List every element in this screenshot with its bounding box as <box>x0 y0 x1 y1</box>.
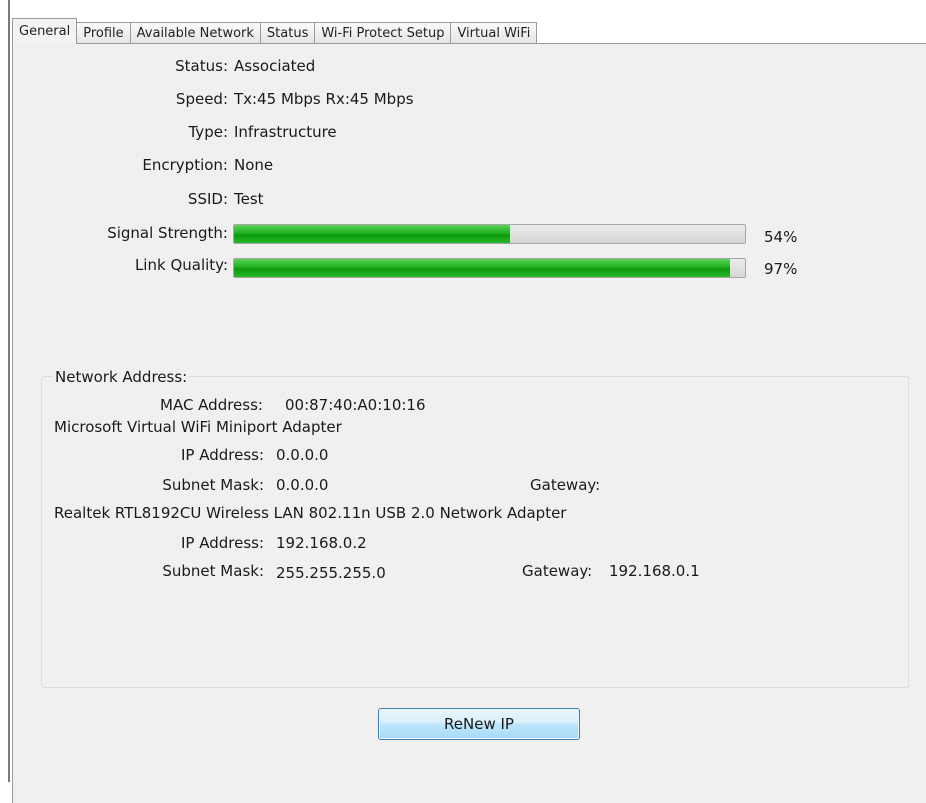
link-quality-fill <box>234 259 730 277</box>
link-quality-label: Link Quality: <box>134 256 228 274</box>
gateway-label: Gateway: <box>530 476 601 494</box>
signal-strength-percent: 54% <box>764 228 798 246</box>
adapter-name: Realtek RTL8192CU Wireless LAN 802.11n U… <box>54 504 567 522</box>
link-quality-bar <box>233 258 746 278</box>
tab-general[interactable]: General <box>12 18 78 44</box>
tab-status[interactable]: Status <box>259 22 316 44</box>
subnet-mask-label: Subnet Mask: <box>162 476 264 494</box>
encryption-label: Encryption: <box>142 156 228 174</box>
signal-strength-fill <box>234 225 510 243</box>
window-border <box>8 0 10 782</box>
mac-address-value: 00:87:40:A0:10:16 <box>285 396 426 414</box>
type-label: Type: <box>188 123 228 141</box>
renew-ip-button[interactable]: ReNew IP <box>378 708 580 740</box>
subnet-mask-label: Subnet Mask: <box>162 562 264 580</box>
type-value: Infrastructure <box>234 123 337 141</box>
ssid-value: Test <box>234 190 264 208</box>
tab-virtual-wifi[interactable]: Virtual WiFi <box>450 22 538 44</box>
speed-label: Speed: <box>175 90 228 108</box>
gateway-label: Gateway: <box>522 562 593 580</box>
tab-wifi-protect-setup[interactable]: Wi-Fi Protect Setup <box>314 22 452 44</box>
ssid-label: SSID: <box>187 190 228 208</box>
tab-profile[interactable]: Profile <box>76 22 131 44</box>
ip-address-label: IP Address: <box>180 534 264 552</box>
ip-address-value: 192.168.0.2 <box>276 534 367 552</box>
subnet-mask-value: 255.255.255.0 <box>276 564 386 582</box>
adapter-name: Microsoft Virtual WiFi Miniport Adapter <box>54 418 342 436</box>
network-address-title: Network Address: <box>53 368 190 386</box>
mac-address-label: MAC Address: <box>160 396 263 414</box>
status-label: Status: <box>175 57 228 75</box>
link-quality-percent: 97% <box>764 260 798 278</box>
signal-strength-bar <box>233 224 746 244</box>
tab-bar: General Profile Available Network Status… <box>12 18 538 44</box>
signal-strength-label: Signal Strength: <box>107 224 228 242</box>
gateway-value: 192.168.0.1 <box>609 562 700 580</box>
status-value: Associated <box>234 57 316 75</box>
tab-available-network[interactable]: Available Network <box>129 22 261 44</box>
speed-value: Tx:45 Mbps Rx:45 Mbps <box>234 90 414 108</box>
ip-address-label: IP Address: <box>180 446 264 464</box>
encryption-value: None <box>234 156 274 174</box>
subnet-mask-value: 0.0.0.0 <box>276 476 329 494</box>
ip-address-value: 0.0.0.0 <box>276 446 329 464</box>
